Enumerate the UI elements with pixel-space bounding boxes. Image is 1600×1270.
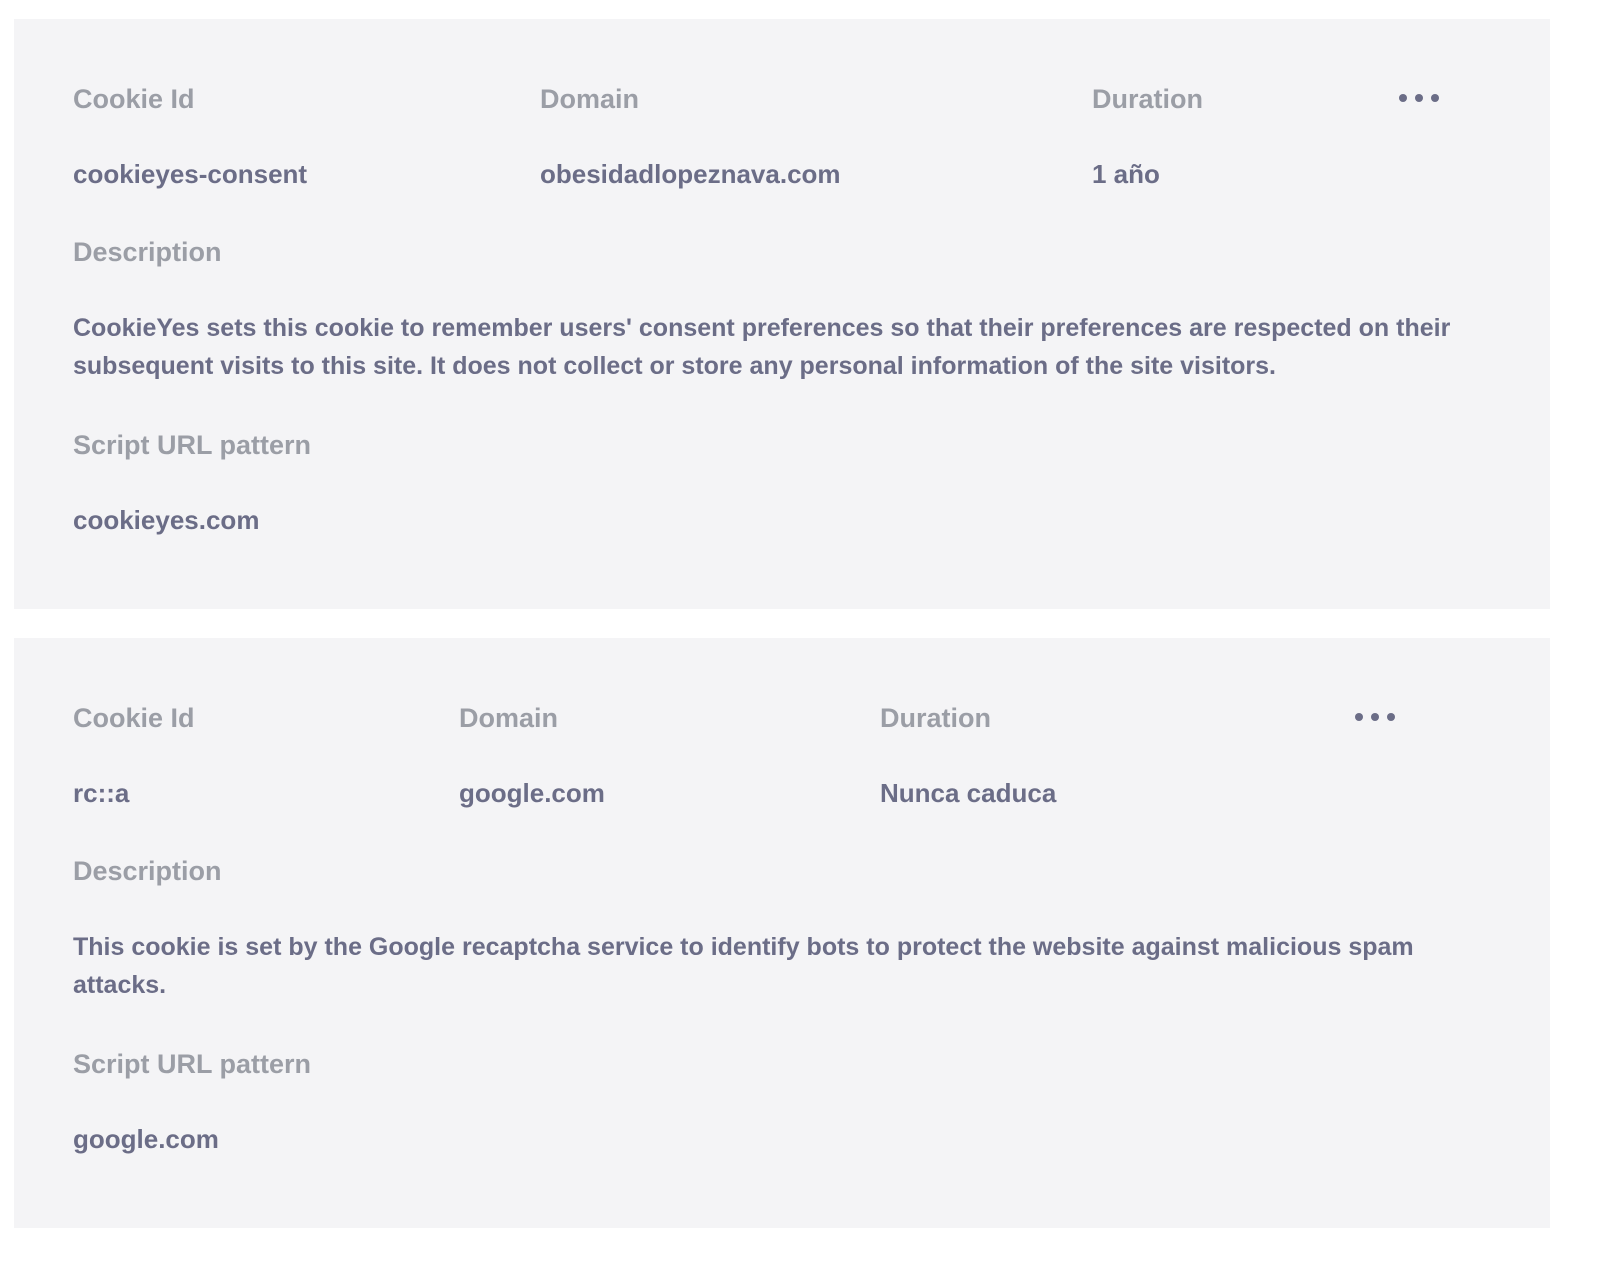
script-url-pattern-label: Script URL pattern: [73, 430, 312, 460]
more-horizontal-icon-dot: [1387, 713, 1395, 721]
domain-value: obesidadlopeznava.com: [540, 159, 841, 189]
more-horizontal-icon-dot: [1431, 94, 1439, 102]
domain-value: google.com: [459, 778, 605, 808]
cookie-id-label: Cookie Id: [73, 84, 195, 114]
duration-label: Duration: [1092, 84, 1203, 114]
cookie-id-label: Cookie Id: [73, 703, 195, 733]
duration-value: Nunca caduca: [880, 778, 1057, 808]
domain-label: Domain: [459, 703, 559, 733]
description-text: This cookie is set by the Google recaptc…: [73, 933, 1414, 999]
more-horizontal-icon: [1399, 94, 1407, 102]
more-horizontal-icon-dot: [1415, 94, 1423, 102]
more-horizontal-icon-dot: [1371, 713, 1379, 721]
description-text: CookieYes sets this cookie to remember u…: [73, 314, 1451, 380]
script-url-pattern-value: cookieyes.com: [73, 505, 260, 535]
description-label: Description: [73, 237, 222, 267]
more-options-button[interactable]: [1399, 88, 1439, 108]
description-label: Description: [73, 856, 222, 886]
script-url-pattern-label: Script URL pattern: [73, 1049, 312, 1079]
cookie-id-value: rc::a: [73, 778, 130, 808]
cookie-card: Cookie Id Domain Duration cookieyes-cons…: [14, 19, 1550, 609]
more-horizontal-icon: [1355, 713, 1363, 721]
cookie-id-value: cookieyes-consent: [73, 159, 308, 189]
duration-label: Duration: [880, 703, 991, 733]
cookie-card: Cookie Id Domain Duration rc::a google.c…: [14, 638, 1550, 1228]
script-url-pattern-value: google.com: [73, 1124, 219, 1154]
more-options-button[interactable]: [1355, 707, 1395, 727]
domain-label: Domain: [540, 84, 640, 114]
duration-value: 1 año: [1092, 159, 1160, 189]
